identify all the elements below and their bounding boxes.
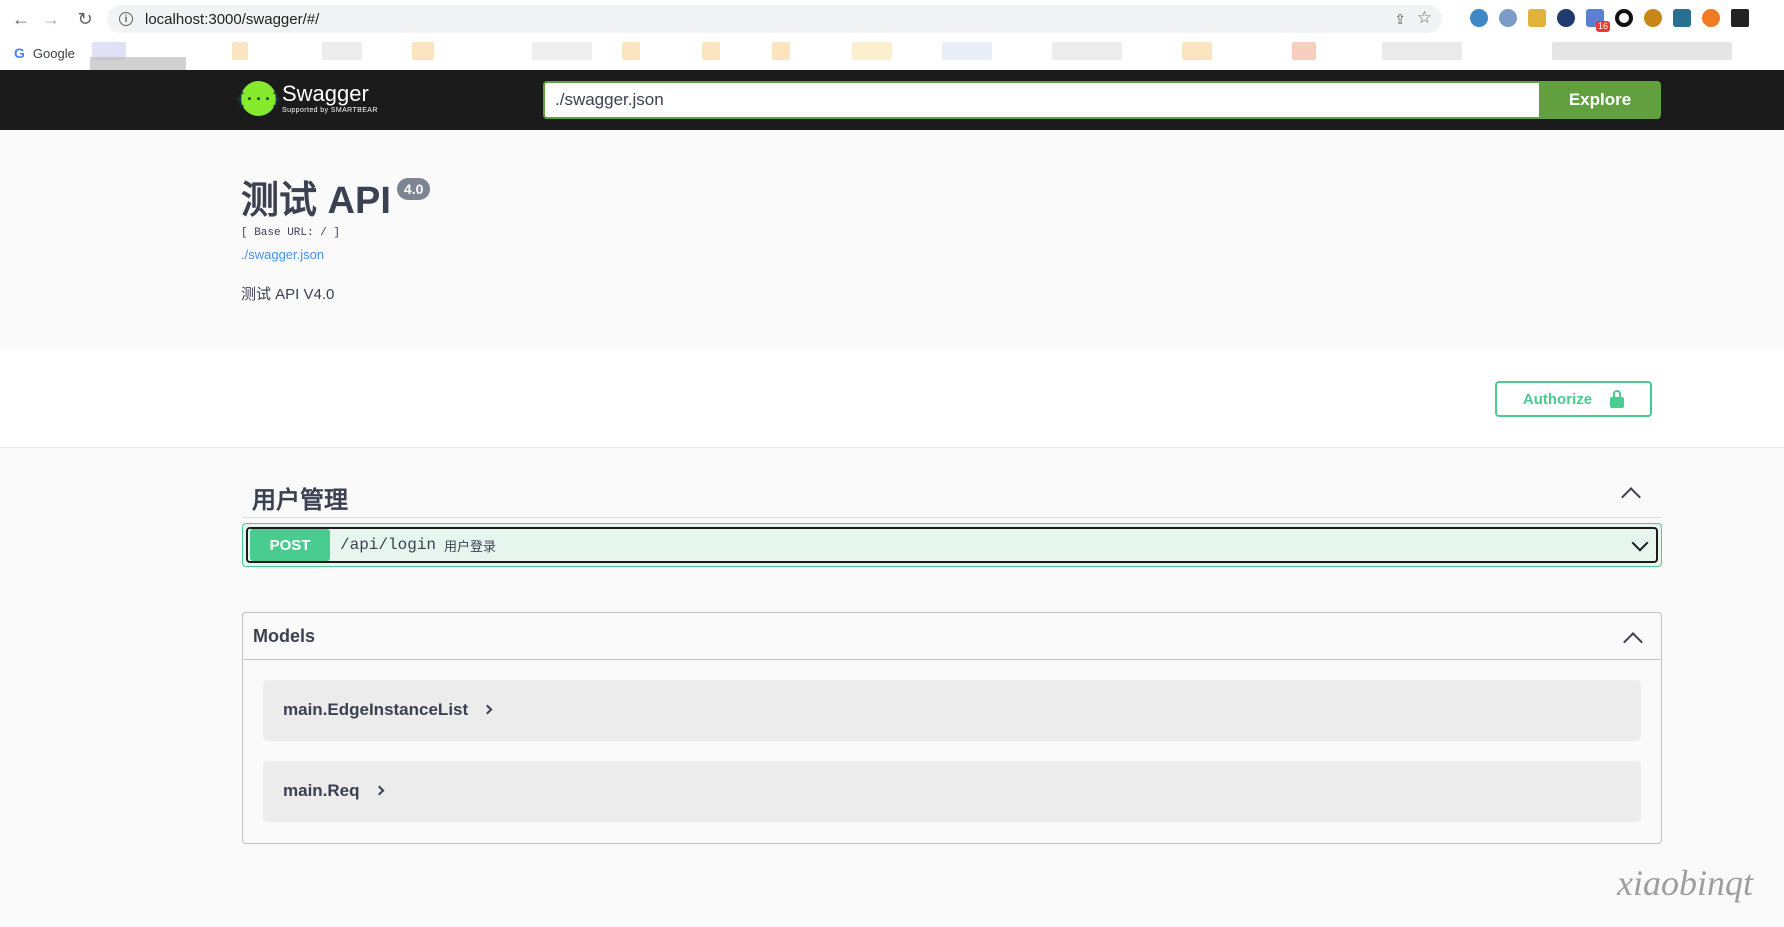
operation-post-login[interactable]: POST /api/login 用户登录 [242, 523, 1662, 567]
extension-icon[interactable] [1702, 9, 1720, 27]
extension-icon[interactable] [1644, 9, 1662, 27]
extension-icon[interactable] [1673, 9, 1691, 27]
extension-icon[interactable] [1731, 9, 1749, 27]
watermark: xiaobinqt [1617, 863, 1753, 903]
extension-badge: 16 [1595, 21, 1610, 32]
reload-icon[interactable]: ↻ [72, 7, 98, 33]
forward-arrow-icon[interactable]: → [38, 7, 64, 33]
lock-icon [1610, 390, 1625, 408]
models-header[interactable]: Models [243, 613, 1661, 660]
page-title: 测试 API [241, 180, 391, 222]
model-name: main.Req [283, 781, 360, 800]
address-url[interactable]: localhost:3000/swagger/#/ [145, 11, 319, 28]
extension-icon[interactable] [1499, 9, 1517, 27]
site-info-icon[interactable]: i [119, 12, 133, 26]
lock-extension-icon[interactable] [1528, 9, 1546, 27]
logo-sub: Supported by SMARTBEAR [282, 107, 378, 114]
spec-url-form: ./swagger.json Explore [543, 81, 1661, 119]
address-bar[interactable]: i localhost:3000/swagger/#/ ⇪ ☆ [107, 5, 1442, 33]
share-icon[interactable]: ⇪ [1394, 11, 1406, 28]
chevron-right-icon[interactable] [374, 785, 384, 796]
model-name: main.EdgeInstanceList [283, 700, 469, 719]
method-badge: POST [250, 529, 330, 561]
bookmark-star-icon[interactable]: ☆ [1417, 8, 1432, 28]
swagger-logo-icon: {···} [236, 81, 281, 116]
browser-toolbar: ← → ↻ i localhost:3000/swagger/#/ ⇪ ☆ 16 [0, 0, 1784, 39]
version-badge: 4.0 [396, 178, 431, 200]
explore-button[interactable]: Explore [1539, 81, 1661, 119]
model-item[interactable]: main.EdgeInstanceList [263, 680, 1641, 741]
spec-url-input[interactable]: ./swagger.json [543, 81, 1539, 119]
check-extension-icon[interactable] [1557, 9, 1575, 27]
authorize-button[interactable]: Authorize [1495, 381, 1652, 417]
chevron-up-icon[interactable] [1621, 487, 1641, 507]
back-arrow-icon[interactable]: ← [8, 7, 34, 33]
extension-icon[interactable] [1615, 9, 1633, 27]
base-url: [ Base URL: / ] [241, 227, 341, 239]
bookmark-google[interactable]: G Google [14, 45, 75, 61]
title-row: 测试 API 4.0 [241, 178, 431, 222]
bookmarks-bar: G Google [0, 39, 1784, 71]
logo-name: Swagger [282, 81, 369, 106]
chevron-right-icon[interactable] [482, 704, 493, 715]
api-info-section: 测试 API 4.0 [ Base URL: / ] ./swagger.jso… [0, 130, 1784, 350]
tag-header[interactable]: 用户管理 [242, 470, 1662, 518]
api-description: 测试 API V4.0 [241, 286, 335, 303]
extension-icon[interactable]: 16 [1586, 9, 1610, 32]
google-icon: G [14, 45, 25, 61]
operation-summary: 用户登录 [444, 538, 497, 554]
swagger-logo[interactable]: {···} Swagger Supported by SMARTBEAR [236, 81, 378, 116]
chevron-up-icon[interactable] [1623, 632, 1643, 652]
scheme-container: Authorize [0, 350, 1784, 448]
operation-path: /api/login [340, 536, 437, 554]
blurred-block [90, 57, 186, 71]
spec-link[interactable]: ./swagger.json [241, 247, 324, 262]
swagger-topbar: {···} Swagger Supported by SMARTBEAR ./s… [0, 70, 1784, 130]
model-item[interactable]: main.Req [263, 761, 1641, 822]
authorize-label: Authorize [1522, 390, 1593, 408]
extensions-row: 16 [1470, 9, 1749, 32]
models-title: Models [253, 626, 316, 646]
models-section: Models main.EdgeInstanceList main.Req [242, 612, 1662, 844]
chevron-down-icon[interactable] [1631, 534, 1649, 552]
tag-name: 用户管理 [252, 487, 348, 514]
extension-icon[interactable] [1470, 9, 1488, 27]
blurred-bookmarks [92, 39, 1752, 63]
